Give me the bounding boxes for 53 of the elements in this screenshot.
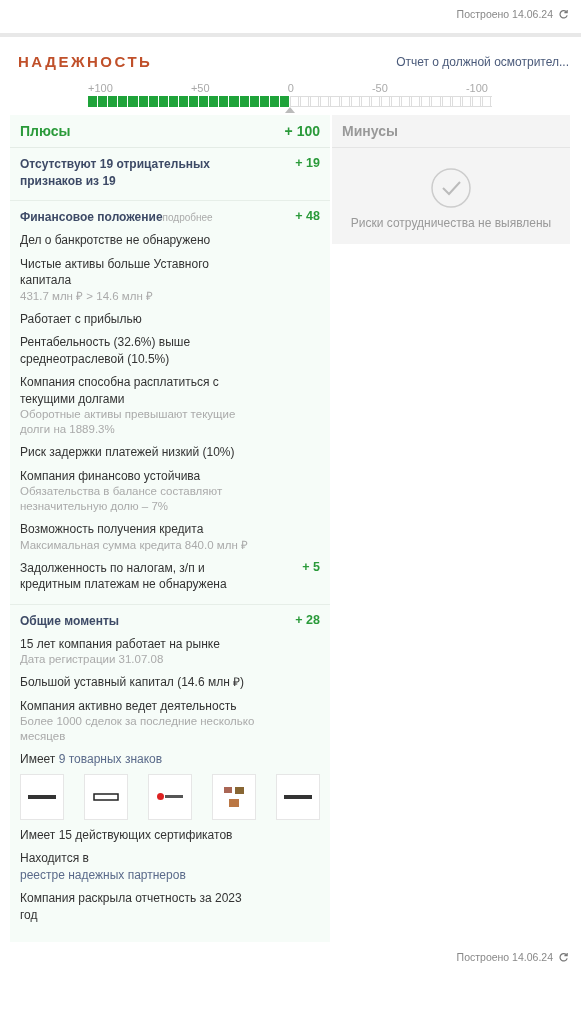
group-title: Отсутствуют 19 отрицательных признаков из 19 <box>20 157 210 188</box>
logo-tile[interactable] <box>148 773 192 820</box>
criterion-text: Чистые активы больше Уставного капитала <box>20 255 210 289</box>
criterion-text: Находится в реестре надежных партнеров <box>20 850 187 883</box>
refresh-icon[interactable] <box>558 951 569 963</box>
criterion-text: Имеет 15 действующих сертификатов <box>20 826 234 843</box>
criterion-note: 431.7 млн ₽ > 14.6 млн ₽ <box>20 288 154 304</box>
scale-tick: -50 <box>371 82 388 94</box>
criterion-text: Задолженность по налогам, з/п и кредитным платежам не обнаружена <box>20 559 228 593</box>
group-title: Общие моменты <box>20 613 120 628</box>
group-score: + 19 <box>295 156 320 170</box>
criterion-text: Работает с прибылью <box>20 310 143 327</box>
refresh-icon[interactable] <box>558 8 569 20</box>
build-date: Построено 14.06.24 <box>456 8 553 20</box>
minuses-title: Минусы <box>342 123 398 139</box>
group-title: Финансовое положение <box>20 210 163 224</box>
criterion-text: Возможность получения кредита <box>20 521 205 538</box>
criterion-score: + 5 <box>302 559 320 574</box>
check-icon <box>431 168 471 208</box>
group-score: + 48 <box>295 209 320 223</box>
empty-message: Риски сотрудничества не выявлены <box>350 216 552 230</box>
scale-tick: +50 <box>190 82 210 94</box>
build-date: Построено 14.06.24 <box>456 951 553 963</box>
criterion-text: Компания активно ведет деятельность <box>20 697 238 714</box>
criterion-text: Компания раскрыла отчетность за 2023 год <box>20 890 243 923</box>
pluses-score: + 100 <box>284 123 320 139</box>
criterion-text: Имеет 9 товарных знаков <box>20 751 164 768</box>
pointer-icon <box>285 107 295 113</box>
scale-tick: -100 <box>465 82 488 94</box>
section-title: НАДЕЖНОСТЬ <box>18 53 153 70</box>
criterion-text: Риск задержки платежей низкий (10%) <box>20 444 236 461</box>
logo-tile[interactable] <box>212 773 256 820</box>
scale-tick: 0 <box>287 82 294 94</box>
criterion-note: Обязательства в балансе составляют незначительную долю – 7% <box>20 484 224 514</box>
group-score: + 28 <box>295 612 320 627</box>
criterion-text: Компания способна расплатиться с текущими долгами <box>20 374 220 407</box>
criterion-text: Компания финансово устойчива <box>20 467 202 484</box>
criterion-note: Максимальная сумма кредита 840.0 млн ₽ <box>20 537 249 553</box>
criterion-note: Более 1000 сделок за последние несколько месяцев <box>20 714 255 744</box>
criterion-text: 15 лет компания работает на рынке <box>20 635 221 652</box>
report-link[interactable]: Отчет о должной осмотрител... <box>396 54 569 69</box>
pluses-title: Плюсы <box>20 123 71 139</box>
criterion-link[interactable]: реестре надежных партнеров <box>20 867 186 882</box>
criterion-text: Дел о банкротстве не обнаружено <box>20 232 212 249</box>
scale-tick: +100 <box>88 82 113 94</box>
criterion-note: Оборотные активы превышают текущие долги на 1889.3% <box>20 407 237 437</box>
logo-tile[interactable] <box>276 773 320 820</box>
criterion-link[interactable]: 9 товарных знаков <box>58 752 163 766</box>
logo-tile[interactable] <box>84 773 128 820</box>
criterion-text: Рентабельность (32.6%) выше среднеотраслевой (10.5%) <box>20 334 192 367</box>
logo-tile[interactable] <box>20 773 64 820</box>
criterion-text: Большой уставный капитал (14.6 млн ₽) <box>20 674 246 691</box>
criterion-note: Дата регистрации 31.07.08 <box>20 652 165 667</box>
